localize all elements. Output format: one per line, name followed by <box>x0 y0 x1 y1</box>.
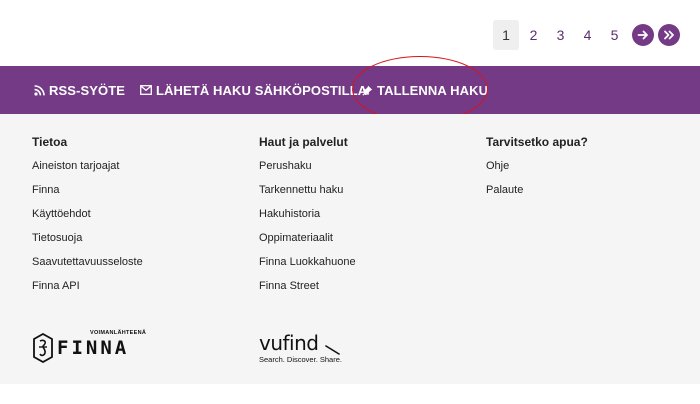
finna-logo-tagline: VOIMANLÄHTEENÄ <box>90 330 147 336</box>
footer-column-services: Haut ja palvelut Perushaku Tarkennettu h… <box>259 134 356 298</box>
page-4-button[interactable]: 4 <box>574 20 601 50</box>
arrow-right-icon <box>637 30 648 40</box>
finna-emblem-icon <box>33 333 53 363</box>
footer-heading-info: Tietoa <box>32 135 68 149</box>
footer-link-help[interactable]: Ohje <box>486 154 588 178</box>
vufind-logo-tagline: Search. Discover. Share. <box>259 355 342 364</box>
vufind-logo[interactable]: vufind Search. Discover. Share. <box>259 332 359 368</box>
vufind-logo-wordmark: vufind <box>259 331 319 355</box>
footer-link-finna-street[interactable]: Finna Street <box>259 274 356 298</box>
footer-link-advanced-search[interactable]: Tarkennettu haku <box>259 178 356 202</box>
rss-feed-link[interactable]: RSS-SYÖTE <box>34 83 125 98</box>
rss-label: RSS-SYÖTE <box>49 82 126 98</box>
footer-link-basic-search[interactable]: Perushaku <box>259 154 356 178</box>
footer-link-search-history[interactable]: Hakuhistoria <box>259 202 356 226</box>
pin-icon <box>362 85 373 96</box>
footer-link-terms[interactable]: Käyttöehdot <box>32 202 143 226</box>
footer-link-learning-materials[interactable]: Oppimateriaalit <box>259 226 356 250</box>
site-footer: Tietoa Aineiston tarjoajat Finna Käyttöe… <box>0 114 700 384</box>
footer-column-help: Tarvitsetko apua? Ohje Palaute <box>486 134 588 202</box>
rss-icon <box>34 84 45 96</box>
pagination: 1 2 3 4 5 <box>493 20 680 50</box>
page-1-button[interactable]: 1 <box>493 20 519 50</box>
footer-link-classroom[interactable]: Finna Luokkahuone <box>259 250 356 274</box>
footer-link-finna[interactable]: Finna <box>32 178 143 202</box>
email-label: LÄHETÄ HAKU SÄHKÖPOSTILLA <box>156 82 368 98</box>
footer-heading-services: Haut ja palvelut <box>259 135 348 149</box>
finna-logo-wordmark: FINNA <box>57 337 130 359</box>
page-5-button[interactable]: 5 <box>601 20 628 50</box>
envelope-icon <box>140 85 152 95</box>
footer-link-content-providers[interactable]: Aineiston tarjoajat <box>32 154 143 178</box>
magnifier-tail-icon <box>325 345 340 355</box>
finna-logo[interactable]: VOIMANLÄHTEENÄ FINNA <box>32 330 146 364</box>
footer-link-finna-api[interactable]: Finna API <box>32 274 143 298</box>
footer-column-info: Tietoa Aineiston tarjoajat Finna Käyttöe… <box>32 134 143 298</box>
page-3-button[interactable]: 3 <box>547 20 574 50</box>
email-search-link[interactable]: LÄHETÄ HAKU SÄHKÖPOSTILLA <box>140 83 367 98</box>
footer-link-privacy[interactable]: Tietosuoja <box>32 226 143 250</box>
double-chevron-right-icon <box>664 30 674 40</box>
page-2-button[interactable]: 2 <box>520 20 547 50</box>
last-page-button[interactable] <box>658 24 680 46</box>
save-search-link[interactable]: TALLENNA HAKU <box>362 83 488 98</box>
footer-link-accessibility[interactable]: Saavutettavuusseloste <box>32 250 143 274</box>
footer-heading-help: Tarvitsetko apua? <box>486 135 588 149</box>
page-bottom-spacer <box>0 384 700 404</box>
save-label: TALLENNA HAKU <box>377 82 489 98</box>
search-actions-bar: RSS-SYÖTE LÄHETÄ HAKU SÄHKÖPOSTILLA TALL… <box>0 66 700 114</box>
footer-link-feedback[interactable]: Palaute <box>486 178 588 202</box>
next-page-button[interactable] <box>632 24 654 46</box>
